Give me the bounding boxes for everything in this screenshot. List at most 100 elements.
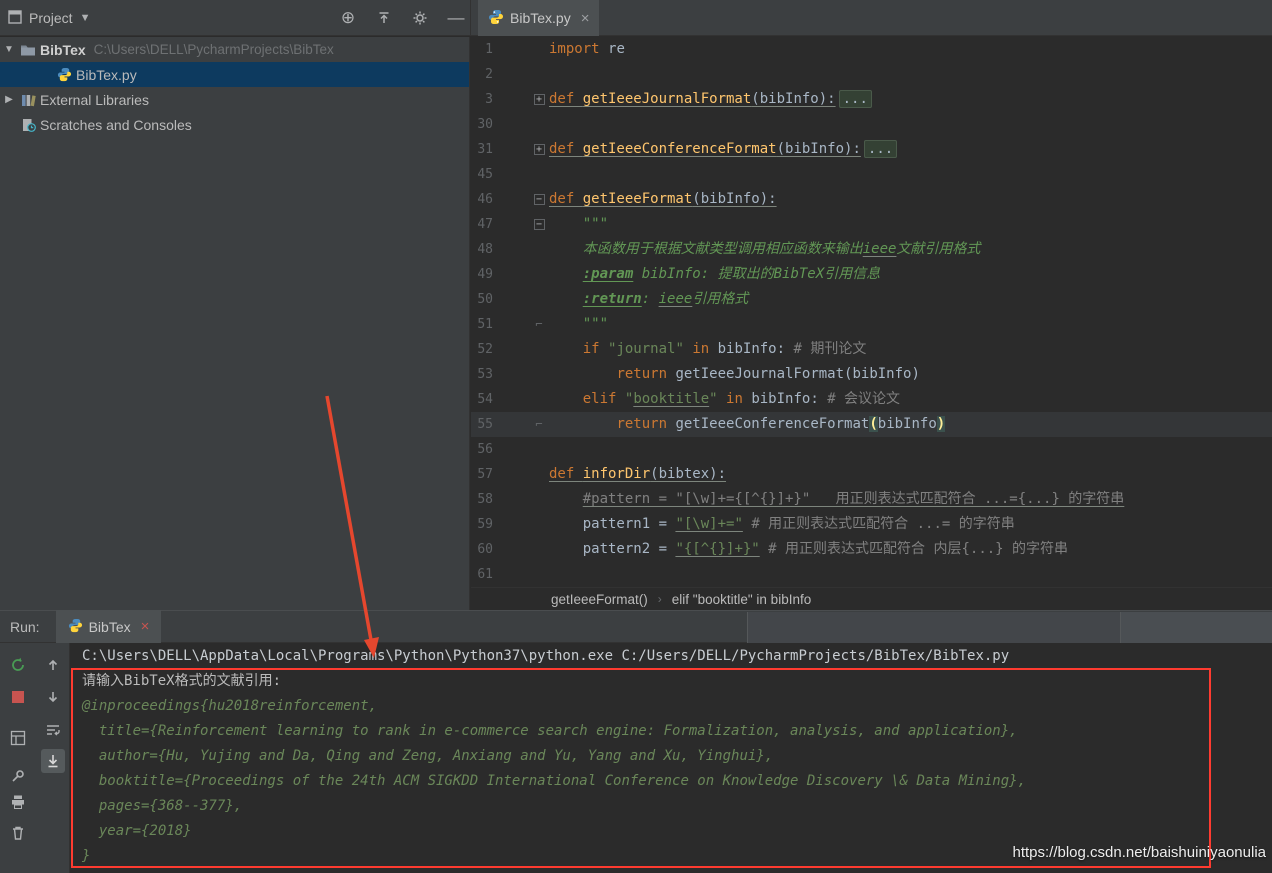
console-line: C:\Users\DELL\AppData\Local\Programs\Pyt… [82,644,1272,669]
editor-line[interactable]: 61 [471,562,1272,587]
tree-item-scratches[interactable]: Scratches and Consoles [0,112,469,137]
settings-gear-icon[interactable] [408,6,432,30]
line-number[interactable]: 59 [471,512,521,537]
rerun-button[interactable] [6,653,30,677]
line-number[interactable]: 48 [471,237,521,262]
editor-line[interactable]: 56 [471,437,1272,462]
breadcrumb-item-statement[interactable]: elif "booktitle" in bibInfo [672,592,811,607]
breadcrumb-separator-icon: › [658,592,662,606]
line-number[interactable]: 1 [471,37,521,62]
editor-line[interactable]: 46−def getIeeeFormat(bibInfo): [471,187,1272,212]
line-number[interactable]: 55 [471,412,521,437]
next-occurrence-button[interactable] [41,685,65,709]
line-number[interactable]: 54 [471,387,521,412]
restore-layout-button[interactable] [6,726,30,750]
line-number[interactable]: 53 [471,362,521,387]
line-number[interactable]: 31 [471,137,521,162]
close-tab-icon[interactable]: × [581,10,590,27]
code-text: :return: ieee引用格式 [549,287,1272,312]
run-header-segment [747,612,1121,643]
line-number[interactable]: 52 [471,337,521,362]
print-button[interactable] [6,790,30,814]
editor-line[interactable]: 54 elif "booktitle" in bibInfo: # 会议论文 [471,387,1272,412]
line-number[interactable]: 58 [471,487,521,512]
fold-marker-empty [529,237,549,262]
code-text: def getIeeeConferenceFormat(bibInfo):... [549,137,1272,162]
project-tool-window-selector[interactable]: Project ▼ [8,0,90,36]
scroll-to-end-button[interactable] [41,749,65,773]
tree-item-bibtex-py[interactable]: BibTex.py [0,62,469,87]
fold-marker-icon[interactable]: ⌐ [529,412,549,437]
line-number[interactable]: 50 [471,287,521,312]
code-editor[interactable]: 1import re23+def getIeeeJournalFormat(bi… [471,37,1272,587]
code-text: :param bibInfo: 提取出的BibTeX引用信息 [549,262,1272,287]
stop-button[interactable] [6,685,30,709]
editor-line[interactable]: 50 :return: ieee引用格式 [471,287,1272,312]
console-output[interactable]: C:\Users\DELL\AppData\Local\Programs\Pyt… [70,643,1272,873]
editor-line[interactable]: 60 pattern2 = "{[^{}]+}" # 用正则表达式匹配符合 内层… [471,537,1272,562]
project-tree-panel: ▼ BibTex C:\Users\DELL\PycharmProjects\B… [0,37,470,610]
line-number[interactable]: 60 [471,537,521,562]
line-number[interactable]: 30 [471,112,521,137]
editor-line[interactable]: 52 if "journal" in bibInfo: # 期刊论文 [471,337,1272,362]
editor-line[interactable]: 30 [471,112,1272,137]
project-root-path: C:\Users\DELL\PycharmProjects\BibTex [94,42,334,57]
editor-line[interactable]: 55⌐ return getIeeeConferenceFormat(bibIn… [471,412,1272,437]
line-number[interactable]: 56 [471,437,521,462]
editor-line[interactable]: 58 #pattern = "[\w]+={[^{}]+}" 用正则表达式匹配符… [471,487,1272,512]
tab-bibtex-py[interactable]: BibTex.py × [478,0,599,36]
line-number[interactable]: 61 [471,562,521,587]
clear-all-button[interactable] [6,821,30,845]
fold-marker-icon[interactable]: ⌐ [529,312,549,337]
editor-line[interactable]: 59 pattern1 = "[\w]+=" # 用正则表达式匹配符合 ...=… [471,512,1272,537]
code-text [549,162,1272,187]
close-run-tab-icon[interactable]: × [141,618,150,635]
chevron-right-icon[interactable]: ▶ [0,94,18,105]
run-label: Run: [10,619,40,635]
tree-item-external-libraries[interactable]: ▶ External Libraries [0,87,469,112]
editor-line[interactable]: 3+def getIeeeJournalFormat(bibInfo):... [471,87,1272,112]
line-number[interactable]: 3 [471,87,521,112]
chevron-down-icon: ▼ [80,12,91,24]
editor-code-area: 1import re23+def getIeeeJournalFormat(bi… [471,37,1272,587]
editor-line[interactable]: 47− """ [471,212,1272,237]
locate-file-icon[interactable]: ⊕ [336,6,360,30]
editor-line[interactable]: 53 return getIeeeJournalFormat(bibInfo) [471,362,1272,387]
soft-wrap-button[interactable] [41,718,65,742]
editor-line[interactable]: 2 [471,62,1272,87]
fold-marker-icon[interactable]: + [529,137,549,162]
fold-marker-icon[interactable]: + [529,87,549,112]
python-file-icon [54,67,74,82]
fold-marker-empty [529,112,549,137]
fold-marker-empty [529,287,549,312]
editor-line[interactable]: 45 [471,162,1272,187]
fold-marker-icon[interactable]: − [529,212,549,237]
collapse-all-icon[interactable] [372,6,396,30]
line-number[interactable]: 57 [471,462,521,487]
editor-line[interactable]: 31 +def getIeeeConferenceFormat(bibInfo):… [471,137,1272,162]
line-number[interactable]: 45 [471,162,521,187]
chevron-down-icon[interactable]: ▼ [0,44,18,55]
line-number[interactable]: 47 [471,212,521,237]
run-tab-bibtex[interactable]: BibTex × [56,610,162,643]
editor-line[interactable]: 51⌐ """ [471,312,1272,337]
breadcrumb-item-function[interactable]: getIeeeFormat() [551,592,648,607]
line-number[interactable]: 46 [471,187,521,212]
editor-line[interactable]: 48 本函数用于根据文献类型调用相应函数来输出ieee文献引用格式 [471,237,1272,262]
line-number[interactable]: 49 [471,262,521,287]
tree-root-bibtex[interactable]: ▼ BibTex C:\Users\DELL\PycharmProjects\B… [0,37,469,62]
breadcrumb: getIeeeFormat() › elif "booktitle" in bi… [471,587,1272,610]
fold-marker-icon[interactable]: − [529,187,549,212]
console-line: @inproceedings{hu2018reinforcement, [82,694,1272,719]
editor-line[interactable]: 57def inforDir(bibtex): [471,462,1272,487]
panel-separator [470,0,471,36]
line-number[interactable]: 51 [471,312,521,337]
editor-line[interactable]: 49 :param bibInfo: 提取出的BibTeX引用信息 [471,262,1272,287]
pin-tab-button[interactable] [6,764,30,788]
line-number[interactable]: 2 [471,62,521,87]
editor-line[interactable]: 1import re [471,37,1272,62]
top-toolbar: Project ▼ ⊕ — BibTex.py × [0,0,1272,36]
hide-panel-icon[interactable]: — [444,6,468,30]
fold-marker-empty [529,562,549,587]
prev-occurrence-button[interactable] [41,653,65,677]
